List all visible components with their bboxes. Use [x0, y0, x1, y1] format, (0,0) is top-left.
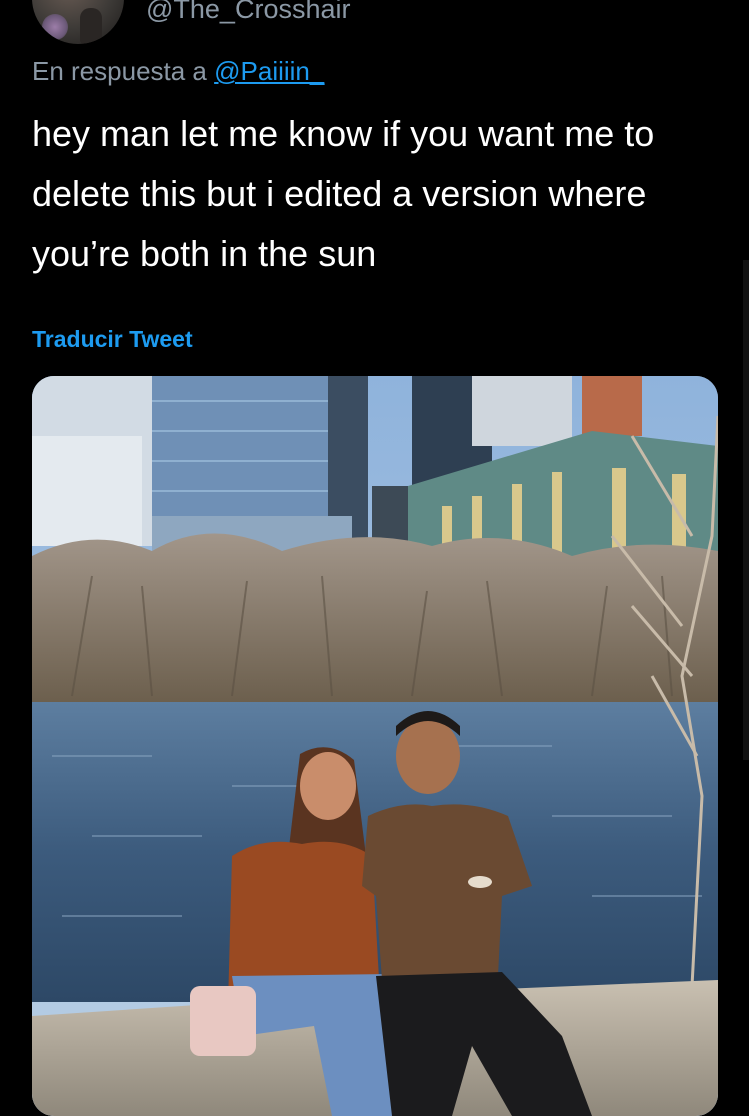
- photo-illustration: [32, 376, 718, 1116]
- user-avatar[interactable]: [32, 0, 124, 44]
- scrollbar[interactable]: [743, 260, 749, 760]
- translate-tweet-link[interactable]: Traducir Tweet: [32, 326, 193, 353]
- avatar-flower-detail: [42, 14, 68, 40]
- user-handle[interactable]: @The_Crosshair: [146, 0, 350, 25]
- reply-context: En respuesta a @Paiiiin_: [32, 56, 324, 87]
- tweet-media-photo[interactable]: [32, 376, 718, 1116]
- tweet-text: hey man let me know if you want me to de…: [32, 113, 655, 274]
- reply-mention-link[interactable]: @Paiiiin_: [214, 56, 324, 86]
- tweet-header: [32, 0, 124, 44]
- reply-prefix: En respuesta a: [32, 56, 215, 86]
- avatar-person-silhouette: [80, 8, 102, 44]
